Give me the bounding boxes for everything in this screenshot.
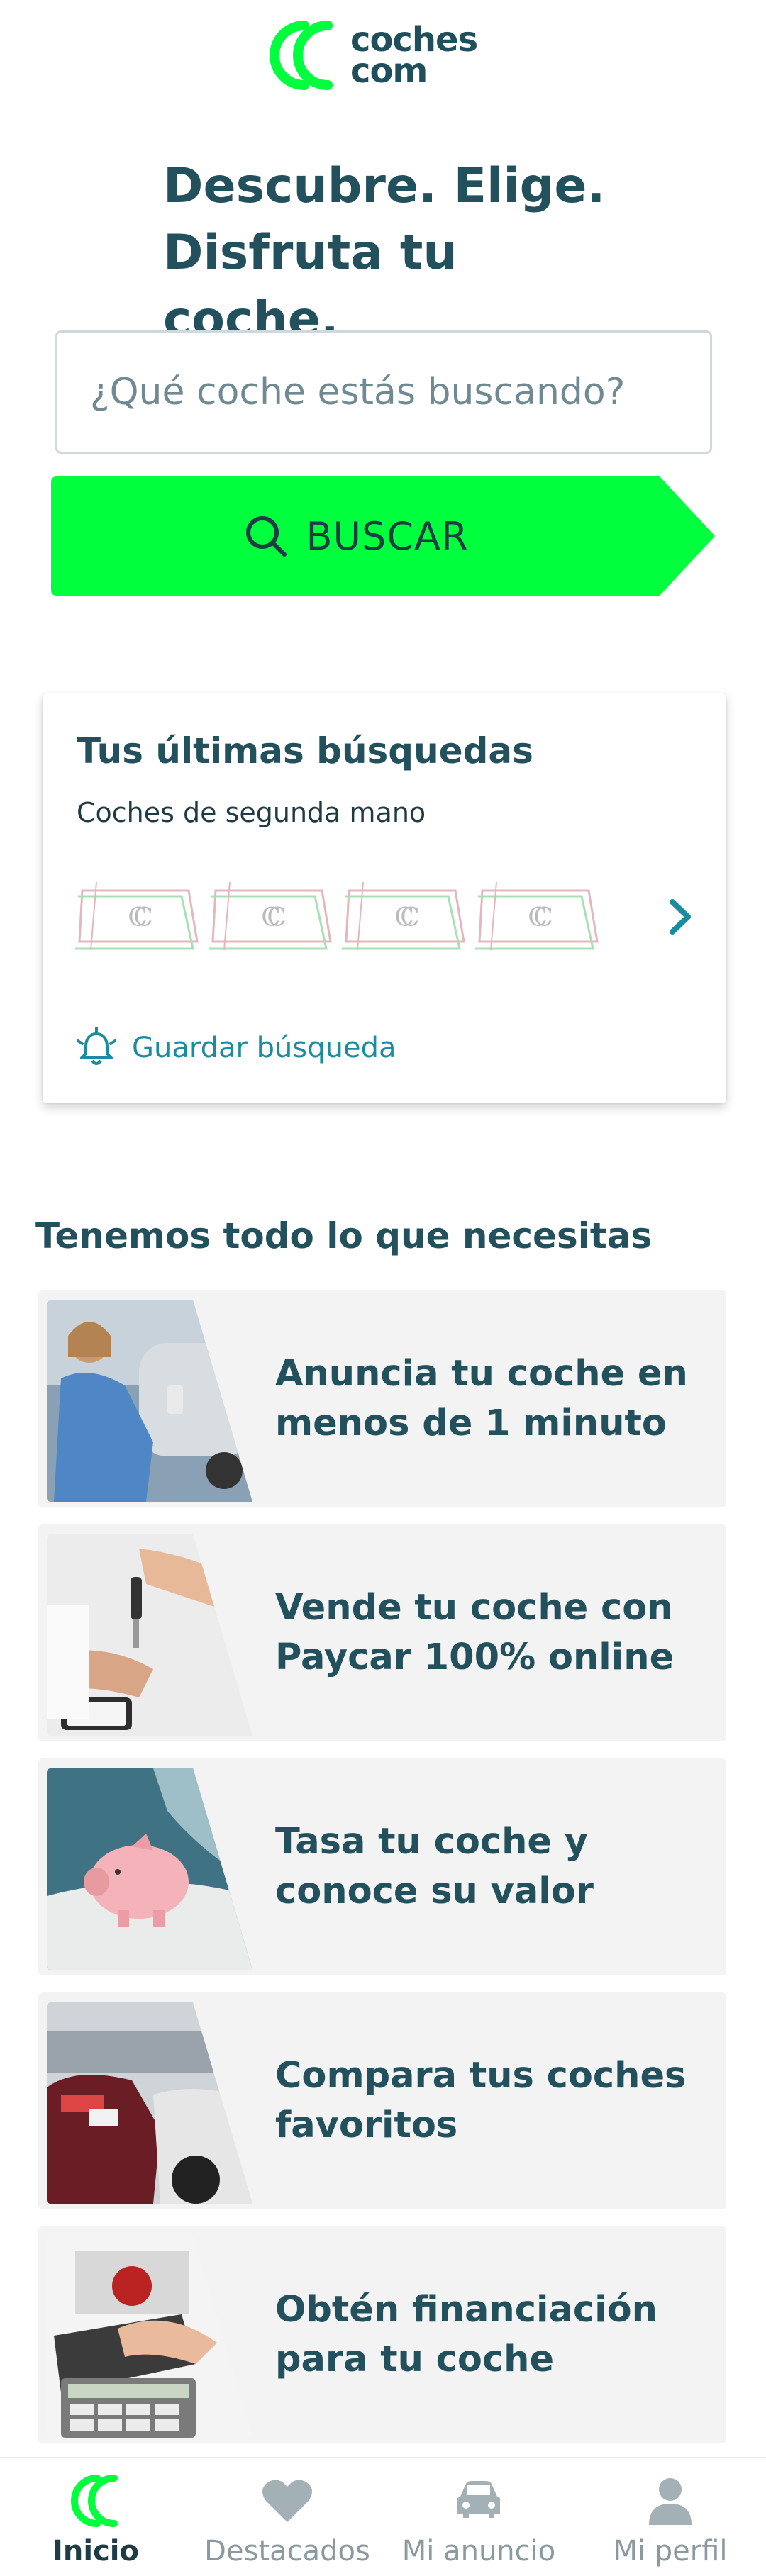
feature-card-valuation[interactable]: Tasa tu coche y conoce su valor: [38, 1758, 726, 1975]
nav-item-destacados[interactable]: Destacados: [192, 2458, 383, 2576]
search-field[interactable]: [55, 330, 712, 454]
hero-headline: Descubre. Elige. Disfruta tu coche.: [163, 153, 645, 353]
feature-title-line2: favoritos: [275, 2104, 458, 2146]
feature-title-line1: Obtén financiación: [275, 2289, 657, 2331]
feature-title-line2: conoce su valor: [275, 1870, 594, 1912]
nav-label: Mi anuncio: [401, 2535, 556, 2567]
search-input[interactable]: [90, 371, 710, 413]
woman-with-phone-image: [47, 1300, 252, 1502]
hero-line-1: Descubre. Elige.: [163, 158, 606, 214]
feature-title-line2: para tu coche: [275, 2338, 555, 2380]
svg-text:C: C: [267, 903, 287, 932]
car-keys-handover-image: [47, 1534, 252, 1736]
parked-cars-image: [47, 2002, 252, 2204]
nav-label: Inicio: [52, 2535, 139, 2567]
features-section-title: Tenemos todo lo que necesitas: [35, 1215, 653, 1256]
feature-title-line2: menos de 1 minuto: [275, 1403, 667, 1444]
feature-title-line1: Vende tu coche con: [275, 1587, 673, 1629]
feature-title-line1: Anuncia tu coche en: [275, 1353, 688, 1395]
search-button[interactable]: BUSCAR: [51, 476, 715, 596]
car-icon: [457, 2481, 500, 2518]
feature-card-publish-ad[interactable]: Anuncia tu coche en menos de 1 minuto: [38, 1290, 726, 1507]
user-icon: [649, 2478, 692, 2525]
svg-text:C: C: [533, 903, 553, 932]
feature-title-line1: Compara tus coches: [275, 2055, 687, 2097]
heart-icon: [262, 2480, 312, 2522]
recent-search-item[interactable]: Coches de segunda mano: [77, 797, 426, 828]
logo-mark-icon: [270, 21, 333, 90]
svg-text:C: C: [400, 903, 420, 932]
chevron-right-icon[interactable]: [660, 892, 702, 942]
search-icon: [246, 516, 287, 557]
calculator-laptop-image: [47, 2236, 252, 2438]
search-button-label: BUSCAR: [306, 513, 469, 559]
recent-searches-title: Tus últimas búsquedas: [77, 730, 533, 771]
home-logo-icon: [71, 2475, 118, 2527]
nav-item-mi-perfil[interactable]: Mi perfil: [574, 2458, 766, 2576]
nav-item-inicio[interactable]: Inicio: [0, 2458, 192, 2576]
piggy-bank-image: [47, 1768, 252, 1970]
placeholder-car-image-icon: C C: [209, 881, 332, 951]
recent-thumbnails: C C C C C C C C: [75, 879, 600, 953]
svg-text:C: C: [133, 903, 153, 932]
recent-searches-card[interactable]: Tus últimas búsquedas Coches de segunda …: [43, 693, 726, 1103]
feature-card-financing[interactable]: Obtén financiación para tu coche: [38, 2226, 726, 2443]
feature-card-sell-paycar[interactable]: Vende tu coche con Paycar 100% online: [38, 1524, 726, 1741]
bell-alert-icon: [77, 1027, 116, 1065]
placeholder-car-image-icon: C C: [475, 881, 599, 951]
placeholder-car-image-icon: C C: [75, 881, 199, 951]
nav-label: Mi perfil: [613, 2535, 728, 2567]
feature-title-line2: Paycar 100% online: [275, 1637, 675, 1678]
logo-text-line2: com: [350, 51, 428, 91]
bottom-navigation: Inicio Destacados Mi anuncio Mi perfil: [0, 2457, 766, 2576]
placeholder-car-image-icon: C C: [342, 881, 465, 951]
feature-title-line1: Tasa tu coche y: [275, 1821, 588, 1863]
nav-label: Destacados: [204, 2535, 370, 2567]
nav-item-mi-anuncio[interactable]: Mi anuncio: [383, 2458, 574, 2576]
save-search-button[interactable]: Guardar búsqueda: [75, 1027, 396, 1069]
feature-card-compare[interactable]: Compara tus coches favoritos: [38, 1992, 726, 2209]
save-search-label: Guardar búsqueda: [132, 1032, 396, 1064]
coches-com-logo: coches com: [265, 20, 506, 91]
